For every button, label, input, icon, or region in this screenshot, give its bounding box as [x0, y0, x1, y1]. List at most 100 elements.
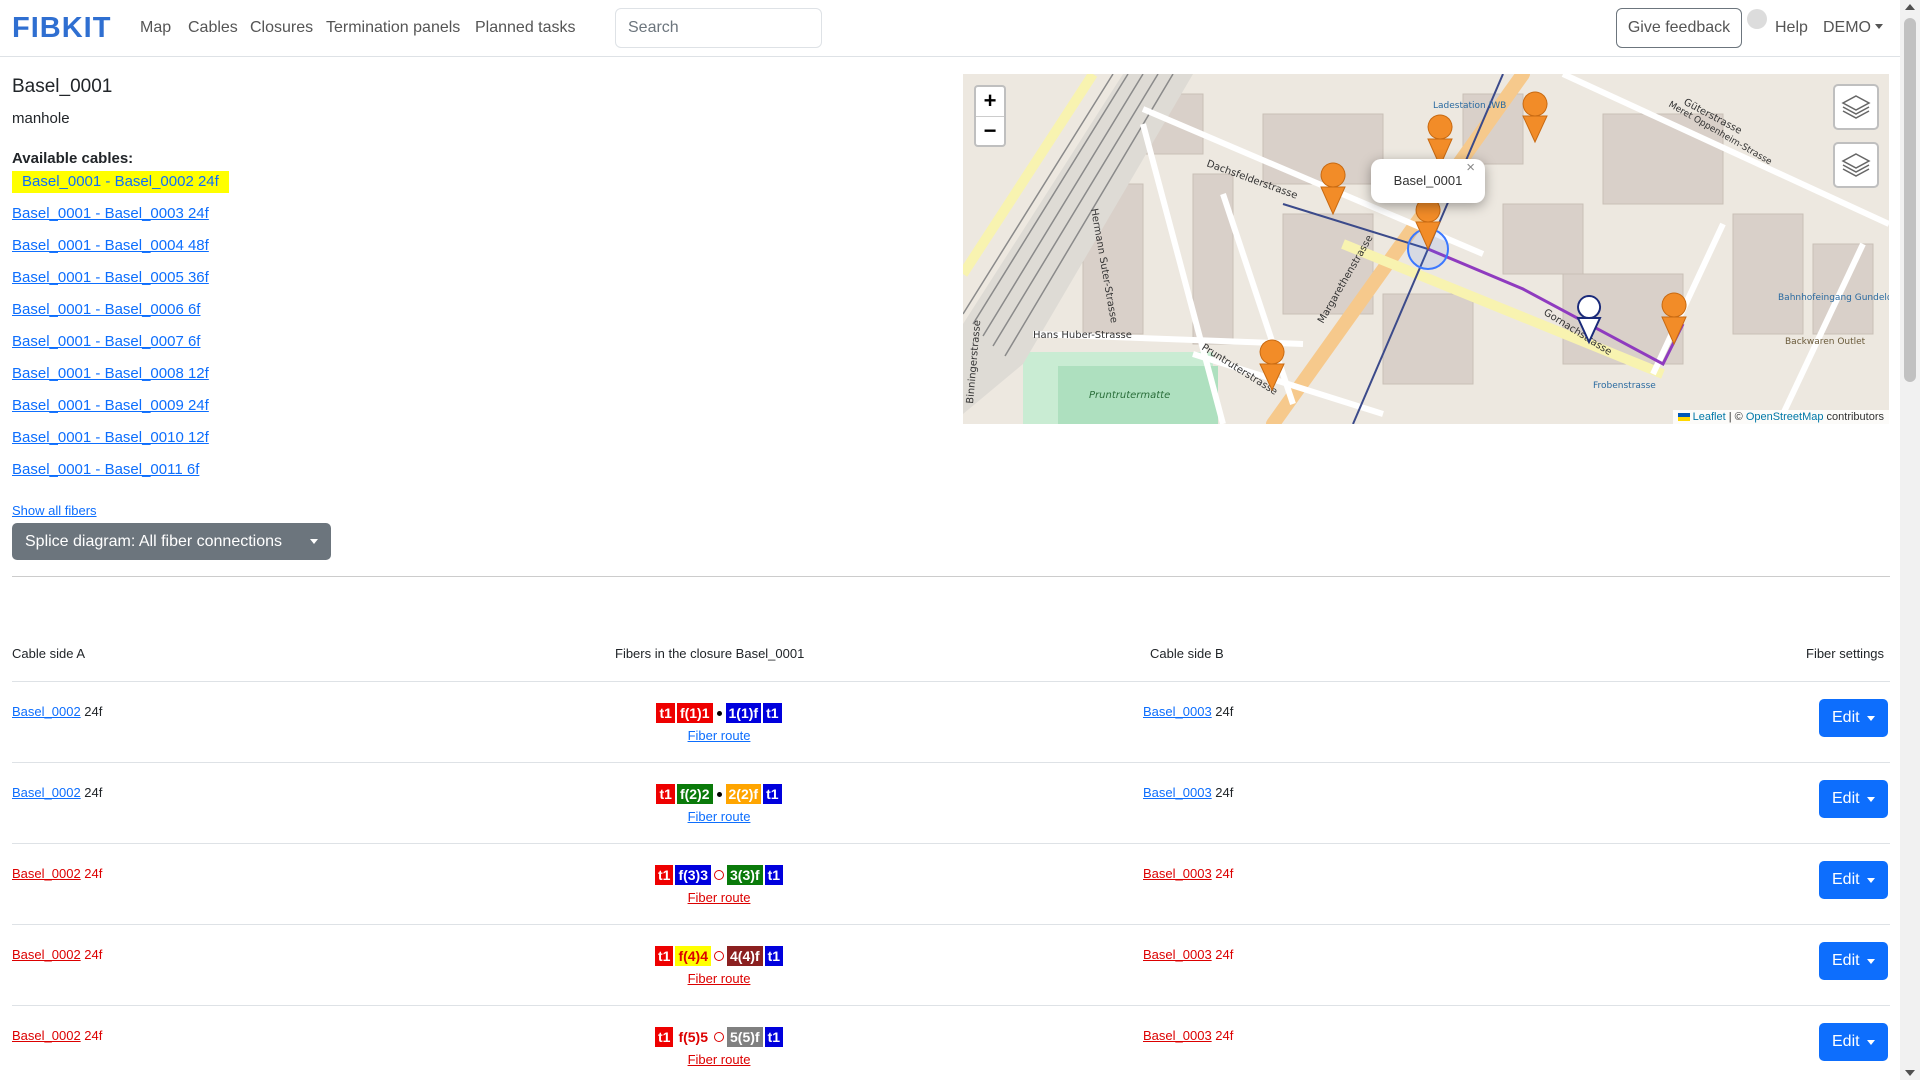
- poi-label: Bahnhofeingang Gundeldingen: [1778, 293, 1889, 303]
- chevron-down-icon: [310, 539, 318, 544]
- nav-link-closures[interactable]: Closures: [250, 19, 313, 37]
- poi-label: Ladestation IWB: [1433, 101, 1506, 111]
- edit-dropdown-button[interactable]: Edit: [1819, 699, 1888, 737]
- popup-title: Basel_0001: [1393, 173, 1463, 188]
- cable-a-link[interactable]: Basel_0002: [12, 1028, 81, 1043]
- scroll-up-arrow-icon[interactable]: [1905, 4, 1915, 10]
- header-fibers-in-closure: Fibers in the closure Basel_0001: [615, 646, 805, 661]
- cable-b-link[interactable]: Basel_0003: [1143, 866, 1212, 881]
- zoom-control: + −: [974, 85, 1006, 147]
- cable-link[interactable]: Basel_0001 - Basel_0007 6f: [12, 331, 229, 363]
- cable-link[interactable]: Basel_0001 - Basel_0011 6f: [12, 459, 229, 491]
- cable-link[interactable]: Basel_0001 - Basel_0006 6f: [12, 299, 229, 331]
- splice-diagram-label: Splice diagram: All fiber connections: [25, 533, 283, 550]
- zoom-in-button[interactable]: +: [976, 87, 1004, 116]
- closure-type: manhole: [12, 110, 70, 127]
- account-name: DEMO: [1823, 19, 1871, 36]
- fiber-badge: f(5)5: [675, 1027, 711, 1047]
- page-scrollbar[interactable]: [1900, 0, 1920, 1080]
- brand-logo[interactable]: FIBKIT: [12, 12, 111, 45]
- fiber-route-link[interactable]: Fiber route: [636, 1052, 802, 1067]
- cable-side-b-cell: Basel_0003 24f: [1143, 947, 1234, 962]
- tube-badge: t1: [764, 1027, 784, 1047]
- cable-link[interactable]: Basel_0001 - Basel_0003 24f: [12, 203, 229, 235]
- cable-link[interactable]: Basel_0001 - Basel_0010 12f: [12, 427, 229, 459]
- tube-badge: t1: [654, 1027, 674, 1047]
- fiber-connection: t1 f(3)3 3(3)f t1: [636, 864, 802, 886]
- poi-label: Backwaren Outlet: [1785, 337, 1866, 347]
- nav-link-termination-panels[interactable]: Termination panels: [326, 19, 460, 37]
- close-icon[interactable]: ×: [1466, 146, 1475, 190]
- splice-diagram-dropdown[interactable]: Splice diagram: All fiber connections: [12, 523, 331, 560]
- cable-b-link[interactable]: Basel_0003: [1143, 704, 1212, 719]
- cable-a-link[interactable]: Basel_0002: [12, 866, 81, 881]
- nav-link-map[interactable]: Map: [140, 19, 171, 37]
- layers-control-button[interactable]: [1833, 142, 1879, 188]
- park-label: Pruntrutermatte: [1089, 390, 1170, 401]
- fiber-route-link[interactable]: Fiber route: [636, 890, 802, 905]
- fiber-connection: t1 f(2)2 2(2)f t1: [636, 783, 802, 805]
- tube-badge: t1: [654, 865, 674, 885]
- openstreetmap-link[interactable]: OpenStreetMap: [1746, 411, 1824, 423]
- tube-badge: t1: [656, 703, 675, 723]
- connected-dot-icon: [716, 710, 722, 716]
- fiber-badge: f(1)1: [676, 703, 713, 723]
- table-row: Basel_0002 24f t1 f(5)5 5(5)f t1 Fiber r…: [12, 1005, 1890, 1080]
- fiber-route-link[interactable]: Fiber route: [636, 809, 802, 824]
- tube-badge: t1: [656, 784, 675, 804]
- scroll-down-arrow-icon[interactable]: [1905, 1070, 1915, 1076]
- edit-dropdown-button[interactable]: Edit: [1819, 942, 1888, 980]
- cable-link[interactable]: Basel_0001 - Basel_0009 24f: [12, 395, 229, 427]
- fiber-badge: f(3)3: [675, 865, 711, 885]
- street-label: Frobenstrasse: [1593, 381, 1656, 391]
- give-feedback-button[interactable]: Give feedback: [1616, 8, 1742, 48]
- chevron-down-icon: [1867, 716, 1875, 721]
- leaflet-link[interactable]: Leaflet: [1693, 411, 1726, 423]
- fiber-route-link[interactable]: Fiber route: [636, 971, 802, 986]
- map-view[interactable]: Dachsfelderstrasse Hans Huber-Strasse Pr…: [963, 74, 1889, 424]
- cable-b-link[interactable]: Basel_0003: [1143, 1028, 1212, 1043]
- nav-link-cables[interactable]: Cables: [188, 19, 238, 37]
- cable-link[interactable]: Basel_0001 - Basel_0008 12f: [12, 363, 229, 395]
- available-cables-heading: Available cables:: [12, 150, 134, 167]
- edit-dropdown-button[interactable]: Edit: [1819, 780, 1888, 818]
- table-row: Basel_0002 24f t1 f(4)4 4(4)f t1 Fiber r…: [12, 924, 1890, 1005]
- cable-link[interactable]: Basel_0001 - Basel_0002 24f: [12, 171, 229, 203]
- table-row: Basel_0002 24f t1 f(1)1 1(1)f t1 Fiber r…: [12, 681, 1890, 762]
- layers-control-button[interactable]: [1833, 84, 1879, 130]
- nav-link-planned-tasks[interactable]: Planned tasks: [475, 19, 576, 37]
- tube-badge: t1: [763, 784, 782, 804]
- account-dropdown[interactable]: DEMO: [1823, 19, 1883, 37]
- chevron-down-icon: [1867, 959, 1875, 964]
- cable-a-link[interactable]: Basel_0002: [12, 704, 81, 719]
- ukraine-flag-icon: [1677, 413, 1690, 421]
- cable-b-link[interactable]: Basel_0003: [1143, 947, 1212, 962]
- fiber-badge: 1(1)f: [725, 703, 762, 723]
- cable-a-link[interactable]: Basel_0002: [12, 947, 81, 962]
- cable-b-link[interactable]: Basel_0003: [1143, 785, 1212, 800]
- connected-dot-icon: [716, 791, 722, 797]
- cable-link[interactable]: Basel_0001 - Basel_0005 36f: [12, 267, 229, 299]
- zoom-out-button[interactable]: −: [976, 116, 1004, 145]
- help-link[interactable]: Help: [1775, 19, 1808, 37]
- cable-link[interactable]: Basel_0001 - Basel_0004 48f: [12, 235, 229, 267]
- tube-badge: t1: [654, 946, 674, 966]
- tube-badge: t1: [764, 946, 784, 966]
- search-input[interactable]: [615, 8, 822, 48]
- top-navbar: FIBKIT Map Cables Closures Termination p…: [0, 0, 1900, 57]
- cable-a-link[interactable]: Basel_0002: [12, 785, 81, 800]
- fiber-connection: t1 f(5)5 5(5)f t1: [636, 1026, 802, 1048]
- header-fiber-settings: Fiber settings: [1806, 646, 1885, 661]
- fiber-route-link[interactable]: Fiber route: [636, 728, 802, 743]
- edit-dropdown-button[interactable]: Edit: [1819, 861, 1888, 899]
- layers-icon: [1841, 95, 1871, 119]
- unconnected-ring-icon: [714, 870, 724, 880]
- avatar[interactable]: [1747, 9, 1767, 29]
- section-divider: [12, 576, 1890, 577]
- table-row: Basel_0002 24f t1 f(2)2 2(2)f t1 Fiber r…: [12, 762, 1890, 843]
- cable-side-a-cell: Basel_0002 24f: [12, 1028, 103, 1043]
- fiber-connection: t1 f(4)4 4(4)f t1: [636, 945, 802, 967]
- show-all-fibers-link[interactable]: Show all fibers: [12, 503, 97, 518]
- scroll-thumb[interactable]: [1904, 18, 1916, 382]
- edit-dropdown-button[interactable]: Edit: [1819, 1023, 1888, 1061]
